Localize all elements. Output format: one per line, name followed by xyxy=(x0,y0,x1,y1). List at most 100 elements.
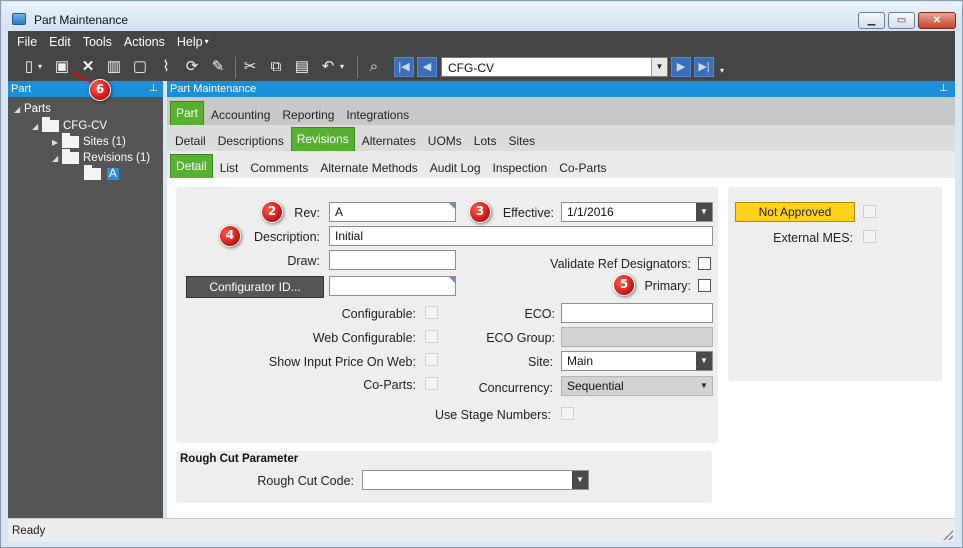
toolbar: ▯ ▾ ▣ ✕ ▥ ▢ ⌇ ⟳ ✎ ✂ ⧉ ▤ ↶ ▾ ⌕ |◀ ◀ CFG-C… xyxy=(8,54,955,81)
tab-comments[interactable]: Comments xyxy=(245,158,313,178)
tab-integrations[interactable]: Integrations xyxy=(341,105,414,125)
rev-field[interactable]: A xyxy=(329,202,456,222)
toolbar-overflow-icon[interactable]: ▾ xyxy=(718,62,726,80)
menu-overflow-icon[interactable]: ▾ xyxy=(205,31,209,53)
description-value: Initial xyxy=(335,229,364,243)
close-button[interactable]: ✕ xyxy=(918,12,956,29)
co-parts-checkbox[interactable] xyxy=(425,377,438,390)
approval-status-button[interactable]: Not Approved xyxy=(735,202,855,222)
resize-grip-icon[interactable] xyxy=(943,530,953,540)
menu-bar: File Edit Tools Actions Help ▾ xyxy=(8,31,209,53)
prev-record-icon[interactable]: ◀ xyxy=(417,57,437,77)
note-icon[interactable]: ▢ xyxy=(131,58,149,76)
record-value: CFG-CV xyxy=(448,61,494,75)
status-bar: Ready xyxy=(8,518,955,542)
first-record-icon[interactable]: |◀ xyxy=(394,57,414,77)
draw-field[interactable] xyxy=(329,250,456,270)
description-field[interactable]: Initial xyxy=(329,226,713,246)
site-field[interactable]: Main ▼ xyxy=(561,351,713,371)
menu-help[interactable]: Help xyxy=(171,31,209,53)
menu-actions[interactable]: Actions xyxy=(118,31,171,53)
callout-badge: 5 xyxy=(613,274,635,296)
tab-part[interactable]: Part xyxy=(170,101,205,125)
menu-edit[interactable]: Edit xyxy=(43,31,77,53)
approved-checkbox[interactable] xyxy=(863,205,876,218)
save-icon[interactable]: ▣ xyxy=(53,58,71,76)
maximize-button[interactable]: ▭ xyxy=(888,12,915,29)
tab-lots[interactable]: Lots xyxy=(469,131,502,151)
external-mes-checkbox[interactable] xyxy=(863,230,876,243)
tree-node-revision-a[interactable]: A xyxy=(84,165,119,182)
new-dropdown-icon[interactable]: ▾ xyxy=(36,58,44,76)
title-bar: Part Maintenance ▁ ▭ ✕ xyxy=(2,2,962,32)
expand-arrow-icon[interactable]: ◢ xyxy=(52,154,62,163)
next-record-icon[interactable]: ▶ xyxy=(671,57,691,77)
chevron-down-icon[interactable]: ▼ xyxy=(572,471,588,489)
primary-checkbox[interactable] xyxy=(698,279,711,292)
tab-audit-log[interactable]: Audit Log xyxy=(425,158,486,178)
menu-tools[interactable]: Tools xyxy=(77,31,118,53)
tab-revisions[interactable]: Revisions xyxy=(290,127,355,151)
tab-descriptions[interactable]: Descriptions xyxy=(213,131,289,151)
tab-inspection[interactable]: Inspection xyxy=(488,158,553,178)
cut-icon[interactable]: ✂ xyxy=(241,58,259,76)
tab-detail[interactable]: Detail xyxy=(170,131,211,151)
clear-icon[interactable]: ✎ xyxy=(209,58,227,76)
tab-revision-detail[interactable]: Detail xyxy=(170,154,213,178)
validate-ref-designators-checkbox[interactable] xyxy=(698,257,711,270)
validate-ref-designators-label: Validate Ref Designators: xyxy=(550,257,691,271)
tree-node-revisions[interactable]: ◢ Revisions (1) xyxy=(52,149,150,166)
book-icon[interactable]: ▥ xyxy=(105,58,123,76)
concurrency-field[interactable]: Sequential ▼ xyxy=(561,376,713,396)
chevron-down-icon[interactable]: ▼ xyxy=(696,377,712,395)
tree-node-sites[interactable]: ▶ Sites (1) xyxy=(52,133,126,150)
show-input-price-checkbox[interactable] xyxy=(425,353,438,366)
external-mes-label: External MES: xyxy=(773,231,853,245)
effective-date-field[interactable]: 1/1/2016 ▼ xyxy=(561,202,713,222)
left-panel-header: Part ⊥ xyxy=(8,81,163,97)
web-configurable-checkbox[interactable] xyxy=(425,330,438,343)
tab-reporting[interactable]: Reporting xyxy=(277,105,339,125)
undo-dropdown-icon[interactable]: ▾ xyxy=(338,58,346,76)
attach-icon[interactable]: ⌇ xyxy=(157,58,175,76)
refresh-icon[interactable]: ⟳ xyxy=(183,58,201,76)
tab-accounting[interactable]: Accounting xyxy=(206,105,275,125)
eco-label: ECO: xyxy=(524,307,555,321)
tab-sites[interactable]: Sites xyxy=(503,131,540,151)
eco-field[interactable] xyxy=(561,303,713,323)
chevron-down-icon[interactable]: ▼ xyxy=(651,58,667,76)
tree-node-part[interactable]: ◢ CFG-CV xyxy=(32,117,107,134)
search-icon[interactable]: ⌕ xyxy=(365,58,383,76)
chevron-down-icon[interactable]: ▼ xyxy=(696,203,712,221)
pin-icon[interactable]: ⊥ xyxy=(939,81,948,97)
chevron-down-icon[interactable]: ▼ xyxy=(696,352,712,370)
tab-list[interactable]: List xyxy=(215,158,244,178)
collapse-arrow-icon[interactable]: ▶ xyxy=(52,138,62,147)
pin-icon[interactable]: ⊥ xyxy=(149,81,158,97)
delete-icon[interactable]: ✕ xyxy=(79,58,97,76)
configurator-id-field[interactable] xyxy=(329,276,456,296)
expand-arrow-icon[interactable]: ◢ xyxy=(14,105,24,114)
configurator-id-button[interactable]: Configurator ID... xyxy=(186,276,324,298)
configurable-checkbox[interactable] xyxy=(425,306,438,319)
tab-row-secondary: Detail Descriptions Revisions Alternates… xyxy=(167,125,955,151)
tab-alternate-methods[interactable]: Alternate Methods xyxy=(315,158,422,178)
rough-cut-code-label: Rough Cut Code: xyxy=(257,474,354,488)
tab-alternates[interactable]: Alternates xyxy=(357,131,421,151)
use-stage-numbers-label: Use Stage Numbers: xyxy=(434,408,551,422)
use-stage-numbers-checkbox[interactable] xyxy=(561,407,574,420)
menu-file[interactable]: File xyxy=(11,31,43,53)
last-record-icon[interactable]: ▶| xyxy=(694,57,714,77)
minimize-button[interactable]: ▁ xyxy=(858,12,885,29)
record-selector[interactable]: CFG-CV ▼ xyxy=(441,57,668,77)
copy-icon[interactable]: ⧉ xyxy=(267,58,285,76)
expand-arrow-icon[interactable]: ◢ xyxy=(32,122,42,131)
site-value: Main xyxy=(567,354,594,368)
tab-uoms[interactable]: UOMs xyxy=(423,131,467,151)
undo-icon[interactable]: ↶ xyxy=(319,58,337,76)
tree-node-parts[interactable]: ◢ Parts xyxy=(14,101,51,117)
paste-icon[interactable]: ▤ xyxy=(293,58,311,76)
draw-label: Draw: xyxy=(287,254,320,268)
rough-cut-code-field[interactable]: ▼ xyxy=(362,470,589,490)
tab-co-parts[interactable]: Co-Parts xyxy=(554,158,611,178)
